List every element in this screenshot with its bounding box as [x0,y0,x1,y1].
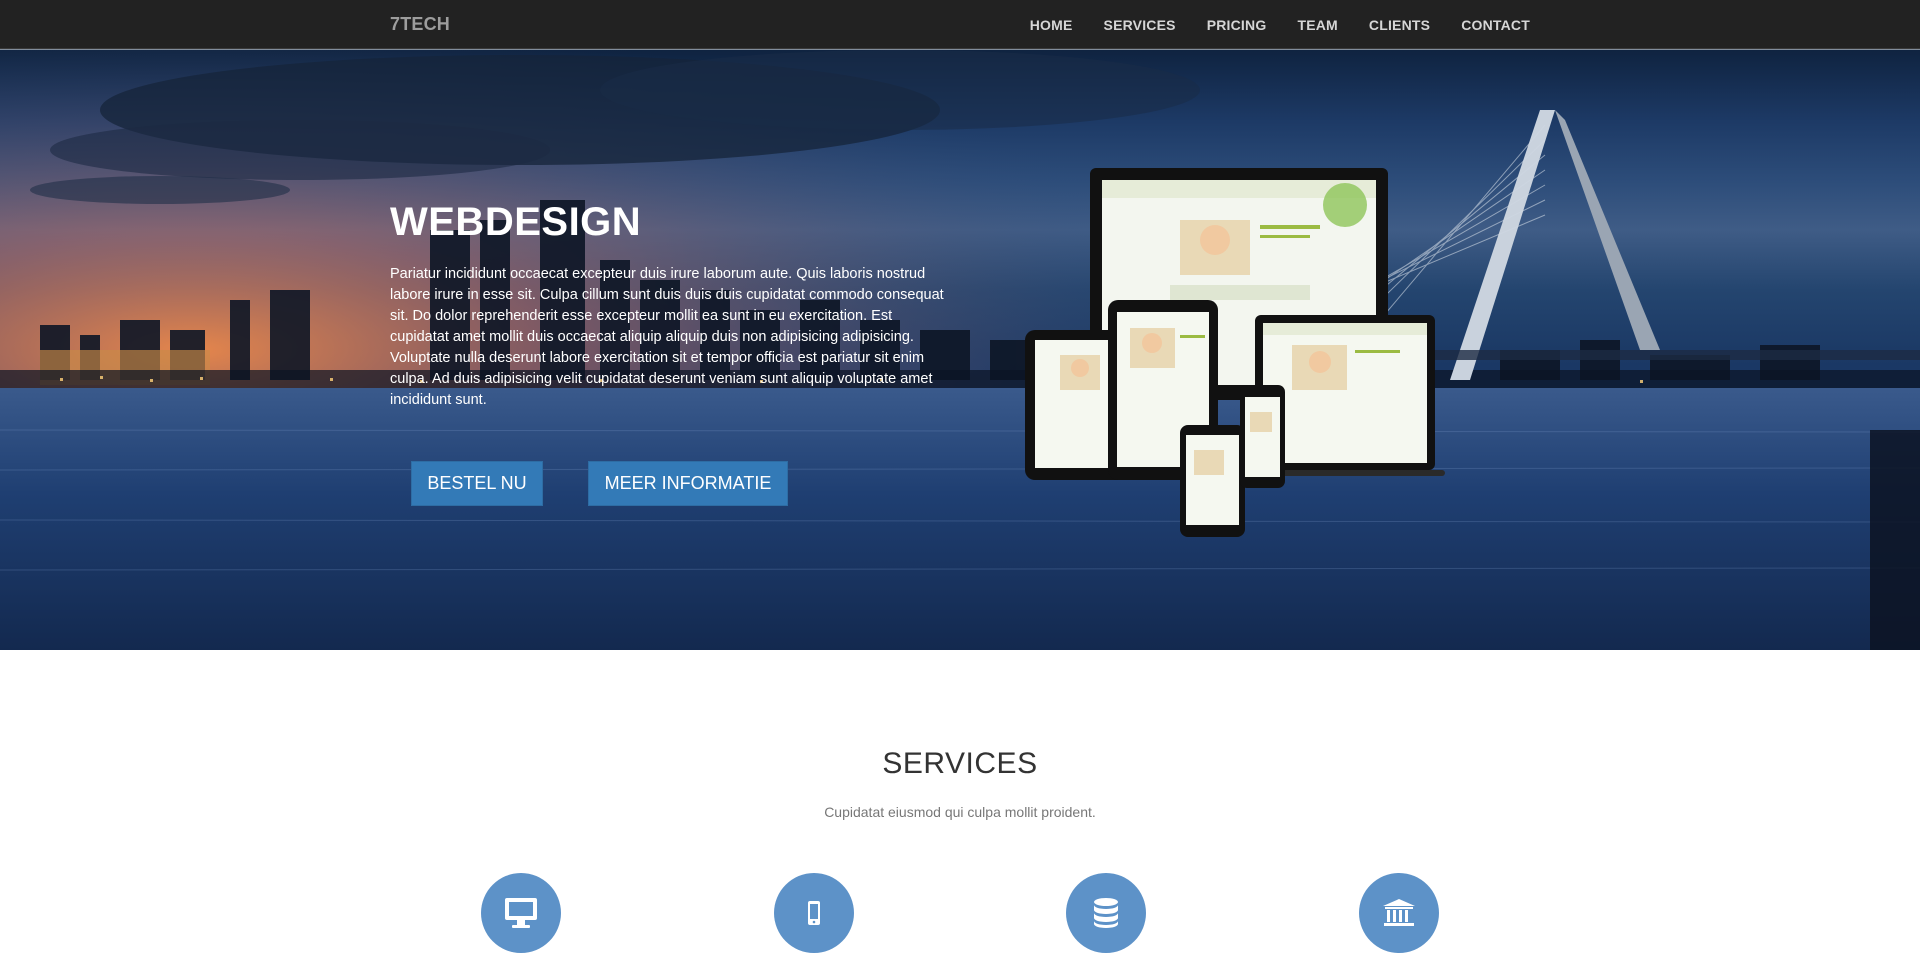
hero-description: Pariatur incididunt occaecat excepteur d… [390,266,944,408]
nav-item-team[interactable]: TEAM [1297,17,1337,33]
hero-section: WEBDESIGN Pariatur incididunt occaecat e… [0,50,1920,650]
hero-title: WEBDESIGN [390,200,642,244]
service-mobile-circle [774,873,854,953]
more-info-button[interactable]: MEER INFORMATIE [588,461,788,506]
order-now-button[interactable]: BESTEL NU [411,461,543,506]
nav-item-pricing[interactable]: PRICING [1207,17,1267,33]
services-heading: SERVICES [882,747,1038,780]
mobile-icon [808,901,820,925]
nav-menu: HOME SERVICES PRICING TEAM CLIENTS CONTA… [999,0,1530,50]
navbar-divider [0,49,1920,50]
nav-item-services[interactable]: SERVICES [1104,17,1176,33]
hero-background-image [0,50,1920,650]
navbar: 7TECH HOME SERVICES PRICING TEAM CLIENTS… [0,0,1920,50]
service-desktop-circle [481,873,561,953]
nav-item-clients[interactable]: CLIENTS [1369,17,1430,33]
database-icon [1094,898,1118,928]
nav-item-contact[interactable]: CONTACT [1461,17,1530,33]
services-subtitle: Cupidatat eiusmod qui culpa mollit proid… [824,804,1096,820]
desktop-icon [505,898,537,928]
service-database-circle [1066,873,1146,953]
bank-icon [1383,899,1415,926]
brand-logo[interactable]: 7TECH [390,14,450,35]
nav-item-home[interactable]: HOME [1030,17,1073,33]
service-bank-circle [1359,873,1439,953]
